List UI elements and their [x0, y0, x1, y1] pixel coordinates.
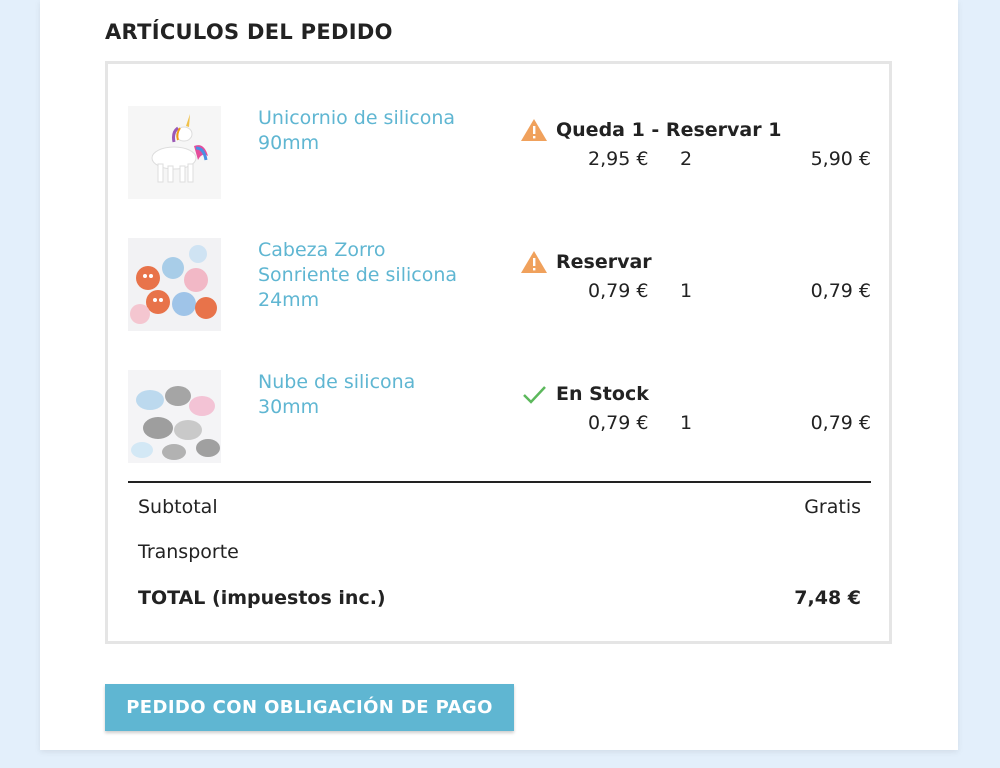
- unit-price: 2,95 €: [588, 148, 649, 170]
- quantity: 1: [680, 280, 693, 302]
- line-total: 5,90 €: [810, 148, 871, 170]
- stock-status: Queda 1 - Reservar 1: [520, 118, 781, 142]
- quantity: 2: [680, 148, 693, 170]
- total-value: 7,48 €: [794, 587, 861, 609]
- stock-status-text: Reservar: [556, 251, 652, 273]
- line-total: 0,79 €: [810, 412, 871, 434]
- fox-heads-image[interactable]: [128, 238, 221, 331]
- item-name-link[interactable]: Unicornio de silicona 90mm: [258, 106, 478, 156]
- place-order-button[interactable]: PEDIDO CON OBLIGACIÓN DE PAGO: [105, 684, 514, 731]
- warning-icon: [520, 250, 548, 274]
- line-total: 0,79 €: [810, 280, 871, 302]
- stock-status: En Stock: [520, 382, 649, 406]
- order-items-box: Unicornio de silicona 90mm Queda 1 - Res…: [105, 61, 892, 644]
- item-name-link[interactable]: Cabeza Zorro Sonriente de silicona 24mm: [258, 238, 478, 313]
- subtotal-row: Subtotal Gratis: [138, 496, 861, 518]
- total-label: TOTAL (impuestos inc.): [138, 587, 386, 609]
- order-items-title: ARTÍCULOS DEL PEDIDO: [105, 20, 393, 44]
- unit-price: 0,79 €: [588, 412, 649, 434]
- quantity: 1: [680, 412, 693, 434]
- stock-status: Reservar: [520, 250, 652, 274]
- subtotal-value: Gratis: [804, 496, 861, 518]
- total-row: TOTAL (impuestos inc.) 7,48 €: [138, 587, 861, 609]
- order-item-fox: Cabeza Zorro Sonriente de silicona 24mm …: [108, 238, 889, 338]
- check-icon: [520, 382, 548, 406]
- unit-price: 0,79 €: [588, 280, 649, 302]
- shipping-row: Transporte: [138, 541, 861, 563]
- unicorn-image[interactable]: [128, 106, 221, 199]
- stock-status-text: En Stock: [556, 383, 649, 405]
- warning-icon: [520, 118, 548, 142]
- subtotal-label: Subtotal: [138, 496, 218, 518]
- clouds-image[interactable]: [128, 370, 221, 463]
- summary-divider: [128, 481, 871, 483]
- stock-status-text: Queda 1 - Reservar 1: [556, 119, 782, 141]
- order-item-unicorn: Unicornio de silicona 90mm Queda 1 - Res…: [108, 106, 889, 206]
- order-item-cloud: Nube de silicona 30mm En Stock 0,79 € 1 …: [108, 370, 889, 470]
- item-name-link[interactable]: Nube de silicona 30mm: [258, 370, 478, 420]
- shipping-label: Transporte: [138, 541, 239, 563]
